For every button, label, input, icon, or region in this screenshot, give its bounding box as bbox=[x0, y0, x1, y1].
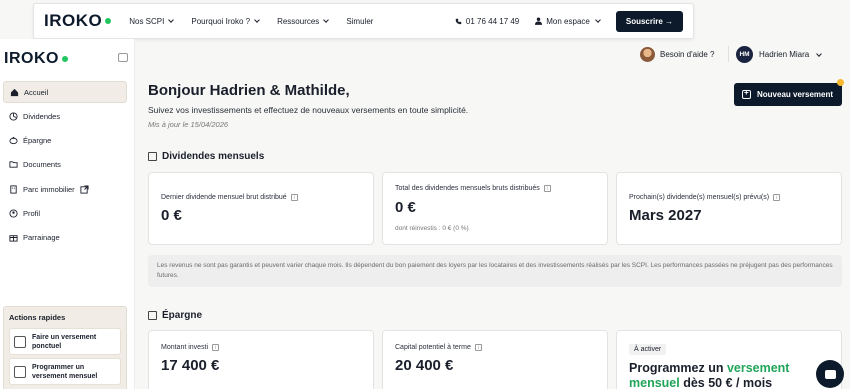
sidebar-item-epargne[interactable]: Épargne bbox=[3, 130, 127, 152]
user-menu[interactable]: HM Hadrien Miara bbox=[736, 46, 823, 63]
savings-section-title: Épargne bbox=[148, 310, 202, 321]
plus-square-icon bbox=[14, 335, 26, 348]
page-subtitle: Suivez vos investissements et effectuez … bbox=[148, 105, 469, 115]
savings-icon bbox=[148, 311, 157, 320]
last-updated: Mis à jour le 15/04/2026 bbox=[148, 120, 229, 129]
info-icon[interactable]: i bbox=[474, 344, 482, 351]
building-icon bbox=[10, 185, 17, 194]
subscribe-button[interactable]: Souscrire → bbox=[615, 10, 683, 32]
chat-icon bbox=[824, 369, 836, 379]
page-title: Bonjour Hadrien & Mathilde, bbox=[148, 82, 350, 99]
plus-square-icon bbox=[742, 88, 751, 99]
advisor-avatar bbox=[640, 47, 655, 62]
chevron-down-icon bbox=[168, 17, 175, 23]
savings-card-invested: Montant investi i 17 400 € bbox=[148, 330, 374, 389]
iroko-logo[interactable]: IROKO bbox=[44, 11, 112, 31]
header-divider bbox=[728, 46, 729, 62]
quick-action-versement-mensuel[interactable]: Programmer un versement mensuel bbox=[9, 358, 121, 385]
promo-text: Programmez un versement mensuel dès 50 €… bbox=[629, 361, 790, 389]
info-icon[interactable]: i bbox=[543, 185, 551, 192]
logo-dot bbox=[105, 18, 112, 24]
card-value: 0 € bbox=[395, 199, 416, 216]
nav-nos-scpi[interactable]: Nos SCPI bbox=[129, 17, 175, 26]
dividend-card-next: Prochain(s) dividende(s) mensuel(s) prév… bbox=[616, 172, 842, 245]
dividends-icon bbox=[9, 112, 18, 121]
phone-link[interactable]: 01 76 44 17 49 bbox=[455, 17, 519, 26]
nav-simuler[interactable]: Simuler bbox=[346, 17, 373, 26]
nav-pourquoi-iroko[interactable]: Pourquoi Iroko ? bbox=[191, 17, 260, 26]
info-icon[interactable]: i bbox=[773, 194, 781, 201]
notification-dot bbox=[837, 79, 844, 86]
sidebar-item-parc-immobilier[interactable]: Parc immobilier bbox=[3, 178, 127, 200]
help-link[interactable]: Besoin d'aide ? bbox=[640, 47, 714, 62]
top-navbar: IROKO Nos SCPI Pourquoi Iroko ? Ressourc… bbox=[33, 3, 694, 39]
card-value: 20 400 € bbox=[395, 357, 454, 374]
chevron-down-icon bbox=[323, 17, 330, 23]
card-value: 0 € bbox=[161, 207, 182, 224]
nav-ressources[interactable]: Ressources bbox=[277, 17, 330, 26]
chart-icon bbox=[148, 152, 157, 161]
chevron-down-icon bbox=[254, 17, 260, 23]
status-badge: À activer bbox=[629, 344, 667, 355]
card-note: dont réinvestis : 0 € (0 %) bbox=[395, 225, 469, 232]
logo-dot bbox=[61, 56, 68, 62]
dividend-card-total: Total des dividendes mensuels bruts dist… bbox=[382, 172, 608, 245]
new-payment-button[interactable]: Nouveau versement bbox=[734, 83, 842, 106]
card-value: Mars 2027 bbox=[629, 207, 702, 224]
quick-actions-panel: Actions rapides Faire un versement ponct… bbox=[3, 306, 127, 389]
chat-button[interactable] bbox=[816, 360, 844, 388]
info-icon[interactable]: i bbox=[212, 344, 220, 351]
folder-icon bbox=[9, 161, 18, 169]
savings-card-potential: Capital potentiel à terme i 20 400 € bbox=[382, 330, 608, 389]
collapse-sidebar-icon[interactable] bbox=[118, 53, 128, 62]
gift-icon bbox=[9, 235, 18, 242]
sidebar-logo[interactable]: IROKO bbox=[4, 50, 68, 68]
phone-icon bbox=[455, 18, 462, 24]
dividends-disclaimer: Les revenus ne sont pas garantis et peuv… bbox=[148, 255, 842, 287]
quick-action-versement-ponctuel[interactable]: Faire un versement ponctuel bbox=[9, 328, 121, 355]
sidebar-menu: Accueil Dividendes Épargne Documents Par… bbox=[3, 81, 127, 251]
avatar: HM bbox=[736, 46, 753, 63]
dividends-section-title: Dividendes mensuels bbox=[148, 151, 264, 162]
chevron-down-icon bbox=[595, 17, 601, 23]
external-link-icon bbox=[80, 185, 89, 194]
monthly-payment-promo[interactable]: À activer Programmez un versement mensue… bbox=[616, 330, 842, 389]
sidebar-item-parrainage[interactable]: Parrainage bbox=[3, 227, 127, 249]
sidebar-item-dividendes[interactable]: Dividendes bbox=[3, 105, 127, 127]
sidebar: IROKO Accueil Dividendes Épargne Documen… bbox=[0, 39, 135, 389]
sidebar-item-documents[interactable]: Documents bbox=[3, 154, 127, 176]
card-value: 17 400 € bbox=[161, 357, 220, 374]
user-icon bbox=[535, 17, 543, 25]
dividend-card-last: Dernier dividende mensuel brut distribué… bbox=[148, 172, 374, 245]
sidebar-item-profil[interactable]: Profil bbox=[3, 202, 127, 224]
chevron-down-icon bbox=[816, 50, 823, 57]
home-icon bbox=[10, 88, 19, 96]
savings-icon bbox=[9, 136, 18, 145]
account-menu[interactable]: Mon espace bbox=[535, 17, 601, 26]
sidebar-item-accueil[interactable]: Accueil bbox=[3, 81, 127, 103]
quick-actions-title: Actions rapides bbox=[9, 313, 66, 322]
info-icon[interactable]: i bbox=[290, 194, 298, 201]
calendar-icon bbox=[14, 365, 26, 378]
dashboard-page: IROKO Nos SCPI Pourquoi Iroko ? Ressourc… bbox=[0, 0, 850, 389]
profile-icon bbox=[9, 209, 18, 218]
